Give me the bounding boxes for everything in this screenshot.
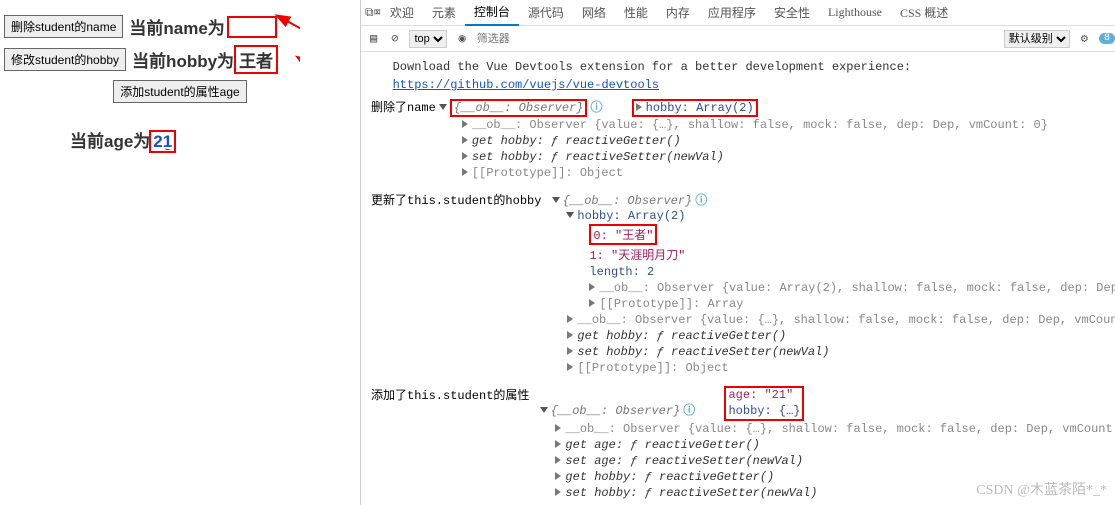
tab-elements[interactable]: 元素 — [423, 0, 465, 25]
tab-performance[interactable]: 性能 — [615, 0, 657, 25]
context-select[interactable]: top — [409, 30, 447, 48]
delete-name-button[interactable]: 删除student的name — [4, 15, 123, 38]
log1-prefix: 删除了name — [371, 98, 436, 181]
age-row: 当前age为21 — [64, 127, 356, 152]
devtools-tabbar: ⧉ ⌧ 欢迎 元素 控制台 源代码 网络 性能 内存 应用程序 安全性 Ligh… — [361, 0, 1115, 26]
hobby-value-box: 王者 — [234, 45, 278, 74]
age-label: 当前age为 — [70, 132, 150, 151]
clear-console-icon[interactable]: ⊘ — [388, 31, 401, 46]
console-body[interactable]: Download the Vue Devtools extension for … — [361, 52, 1115, 505]
tab-network[interactable]: 网络 — [573, 0, 615, 25]
modify-hobby-button[interactable]: 修改student的hobby — [4, 48, 126, 71]
tab-application[interactable]: 应用程序 — [699, 0, 765, 25]
watermark: CSDN @木蓝茶陌*_* — [976, 479, 1107, 499]
page-panel: 删除student的name 当前name为 修改student的hobby 当… — [0, 0, 360, 160]
sidebar-toggle-icon[interactable]: ▤ — [367, 31, 380, 46]
hobby-label: 当前hobby为 — [132, 47, 234, 72]
log3-prefix: 添加了this.student的属性 — [371, 386, 529, 501]
issues-badge[interactable]: 8 — [1099, 33, 1115, 44]
add-age-button[interactable]: 添加student的属性age — [113, 80, 246, 103]
level-select[interactable]: 默认级别 — [1004, 30, 1070, 48]
log-delete-name: 删除了name {__ob__: Observer}ⓘ hobby: Array… — [371, 98, 1109, 181]
settings-icon[interactable]: ⚙ — [1078, 31, 1091, 46]
tab-memory[interactable]: 内存 — [657, 0, 699, 25]
device-icon[interactable]: ⌧ — [374, 5, 381, 20]
devtools-hint: Download the Vue Devtools extension for … — [371, 58, 1109, 94]
tab-console[interactable]: 控制台 — [465, 0, 519, 26]
filter-input[interactable] — [477, 30, 996, 48]
tab-sources[interactable]: 源代码 — [519, 0, 573, 25]
tab-security[interactable]: 安全性 — [765, 0, 819, 25]
console-toolbar: ▤ ⊘ top ◉ 默认级别 ⚙ 8 — [361, 26, 1115, 52]
tab-welcome[interactable]: 欢迎 — [381, 0, 423, 25]
log-update-hobby: 更新了this.student的hobby {__ob__: Observer}… — [371, 191, 1109, 376]
tab-lighthouse[interactable]: Lighthouse — [819, 1, 891, 24]
eye-icon[interactable]: ◉ — [455, 31, 468, 46]
devtools-link[interactable]: https://github.com/vuejs/vue-devtools — [393, 78, 659, 92]
log2-prefix: 更新了this.student的hobby — [371, 191, 541, 376]
inspect-icon[interactable]: ⧉ — [365, 6, 374, 20]
devtools-panel: ⧉ ⌧ 欢迎 元素 控制台 源代码 网络 性能 内存 应用程序 安全性 Ligh… — [360, 0, 1115, 505]
age-value-box: 21 — [149, 130, 176, 153]
tab-cssoverview[interactable]: CSS 概述 — [891, 0, 957, 25]
name-value-box — [227, 16, 277, 38]
name-label: 当前name为 — [129, 14, 224, 39]
